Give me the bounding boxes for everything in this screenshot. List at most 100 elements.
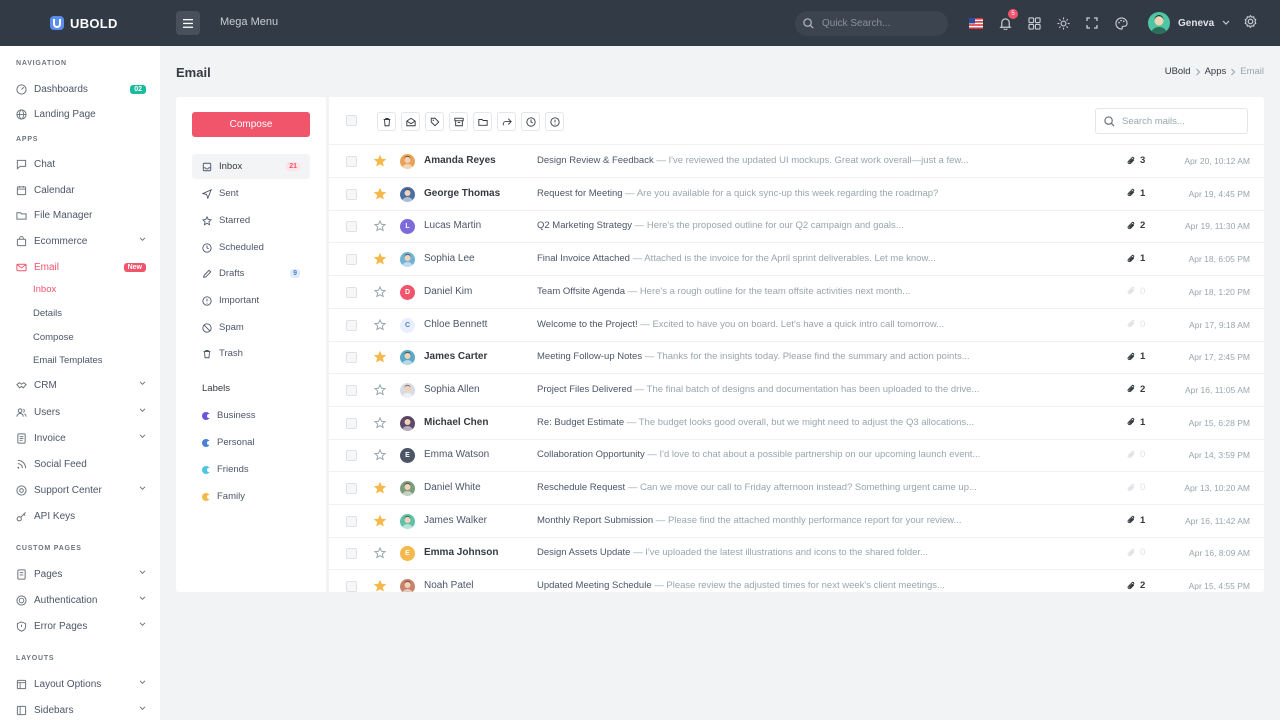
star-filled-icon[interactable] <box>374 253 386 265</box>
mail-checkbox[interactable] <box>346 352 357 364</box>
mail-row[interactable]: E Emma Watson Collaboration Opportunity … <box>329 439 1264 473</box>
theme-toggle-button[interactable] <box>1054 14 1072 32</box>
sidebar-item-authentication[interactable]: Authentication <box>16 592 146 608</box>
star-filled-icon[interactable] <box>374 155 386 167</box>
mail-row[interactable]: Amanda Reyes Design Review & Feedback — … <box>329 145 1264 178</box>
mail-row[interactable]: James Carter Meeting Follow-up Notes — T… <box>329 341 1264 375</box>
sidebar-subitem-email-templates[interactable]: Email Templates <box>33 355 103 366</box>
folder-spam[interactable]: Spam <box>192 315 310 340</box>
delete-button[interactable] <box>377 112 396 131</box>
mail-checkbox[interactable] <box>346 515 357 527</box>
language-flag-button[interactable] <box>967 14 985 32</box>
star-filled-icon[interactable] <box>374 351 386 363</box>
sidebar-item-social-feed[interactable]: Social Feed <box>16 456 146 472</box>
folder-sent[interactable]: Sent <box>192 181 310 206</box>
sidebar-item-calendar[interactable]: Calendar <box>16 182 146 198</box>
fullscreen-button[interactable] <box>1083 14 1101 32</box>
folder-important[interactable]: Important <box>192 288 310 313</box>
mail-row[interactable]: Noah Patel Updated Meeting Schedule — Pl… <box>329 570 1264 592</box>
mail-row[interactable]: Michael Chen Re: Budget Estimate — The b… <box>329 407 1264 440</box>
brand-logo[interactable]: UBOLD <box>0 0 160 46</box>
report-button[interactable] <box>545 112 564 131</box>
sidebar-subitem-details[interactable]: Details <box>33 308 62 319</box>
settings-button[interactable] <box>1243 14 1258 29</box>
notifications-button[interactable]: 5 <box>996 9 1018 32</box>
sidebar-item-email[interactable]: Email New <box>16 259 146 275</box>
mail-row[interactable]: L Lucas Martin Q2 Marketing Strategy — H… <box>329 210 1264 244</box>
star-filled-icon[interactable] <box>374 482 386 494</box>
star-filled-icon[interactable] <box>374 187 386 200</box>
mail-search[interactable] <box>1095 108 1248 134</box>
mark-read-button[interactable] <box>401 112 420 131</box>
mail-row[interactable]: C Chloe Bennett Welcome to the Project! … <box>329 309 1264 342</box>
mail-row[interactable]: James Walker Monthly Report Submission —… <box>329 505 1264 538</box>
sidebar-item-dashboards[interactable]: Dashboards 02 <box>16 81 146 97</box>
breadcrumb-apps[interactable]: Apps <box>1205 66 1227 77</box>
mail-row[interactable]: E Emma Johnson Design Assets Update — I'… <box>329 537 1264 571</box>
mail-checkbox[interactable] <box>346 384 357 396</box>
label-personal[interactable]: Personal <box>202 437 255 448</box>
folder-starred[interactable]: Starred <box>192 208 310 233</box>
folder-trash[interactable]: Trash <box>192 341 310 366</box>
mega-menu-link[interactable]: Mega Menu <box>220 16 278 28</box>
mail-checkbox[interactable] <box>346 156 357 167</box>
sidebar-item-layout-options[interactable]: Layout Options <box>16 676 146 692</box>
breadcrumb-ubold[interactable]: UBold <box>1165 66 1191 77</box>
mail-row[interactable]: D Daniel Kim Team Offsite Agenda — Here'… <box>329 276 1264 309</box>
mail-checkbox[interactable] <box>346 254 357 266</box>
star-icon[interactable] <box>374 416 386 429</box>
label-button[interactable] <box>425 112 444 131</box>
snooze-button[interactable] <box>521 112 540 131</box>
label-business[interactable]: Business <box>202 410 256 421</box>
sidebar-item-error-pages[interactable]: Error Pages <box>16 618 146 634</box>
quick-search-input[interactable] <box>822 18 932 29</box>
sidebar-item-support-center[interactable]: Support Center <box>16 482 146 498</box>
mail-row[interactable]: George Thomas Request for Meeting — Are … <box>329 178 1264 211</box>
select-all-checkbox[interactable] <box>346 115 357 126</box>
sidebar-item-file-manager[interactable]: File Manager <box>16 207 146 223</box>
apps-grid-button[interactable] <box>1025 14 1043 32</box>
folder-inbox[interactable]: Inbox 21 <box>192 154 310 179</box>
forward-button[interactable] <box>497 112 516 131</box>
move-folder-button[interactable] <box>473 112 492 131</box>
star-icon[interactable] <box>374 220 386 232</box>
folder-scheduled[interactable]: Scheduled <box>192 235 310 260</box>
palette-button[interactable] <box>1112 14 1130 32</box>
archive-button[interactable] <box>449 112 468 131</box>
sidebar-item-invoice[interactable]: Invoice <box>16 430 146 446</box>
mail-checkbox[interactable] <box>346 188 357 200</box>
star-filled-icon[interactable] <box>374 514 386 527</box>
mail-search-input[interactable] <box>1122 115 1232 127</box>
sidebar-subitem-inbox[interactable]: Inbox <box>33 284 56 295</box>
sidebar-item-chat[interactable]: Chat <box>16 156 146 172</box>
mail-checkbox[interactable] <box>346 417 357 429</box>
mail-checkbox[interactable] <box>346 548 357 560</box>
label-friends[interactable]: Friends <box>202 464 249 475</box>
sidebar-item-ecommerce[interactable]: Ecommerce <box>16 233 146 249</box>
star-icon[interactable] <box>374 383 386 396</box>
quick-search[interactable] <box>795 11 948 36</box>
sidebar-subitem-compose[interactable]: Compose <box>33 332 74 343</box>
sidebar-item-api-keys[interactable]: API Keys <box>16 508 146 524</box>
user-menu[interactable]: Geneva <box>1148 12 1230 34</box>
mail-checkbox[interactable] <box>346 319 357 331</box>
sidebar-item-users[interactable]: Users <box>16 404 146 420</box>
mail-checkbox[interactable] <box>346 286 357 298</box>
mail-checkbox[interactable] <box>346 450 357 462</box>
sidebar-item-landing-page[interactable]: Landing Page <box>16 106 146 122</box>
sidebar-item-sidebars[interactable]: Sidebars <box>16 702 146 718</box>
star-icon[interactable] <box>374 318 386 331</box>
star-icon[interactable] <box>374 547 386 559</box>
mail-row[interactable]: Sophia Allen Project Files Delivered — T… <box>329 374 1264 407</box>
folder-drafts[interactable]: Drafts 9 <box>192 261 310 286</box>
star-icon[interactable] <box>374 449 386 461</box>
mail-checkbox[interactable] <box>346 581 357 592</box>
menu-toggle-button[interactable] <box>176 11 200 35</box>
mail-row[interactable]: Daniel White Reschedule Request — Can we… <box>329 472 1264 505</box>
mail-row[interactable]: Sophia Lee Final Invoice Attached — Atta… <box>329 243 1264 277</box>
star-filled-icon[interactable] <box>374 580 386 592</box>
compose-button[interactable]: Compose <box>192 112 310 137</box>
label-family[interactable]: Family <box>202 491 245 502</box>
sidebar-item-crm[interactable]: CRM <box>16 377 146 393</box>
star-icon[interactable] <box>374 285 386 298</box>
